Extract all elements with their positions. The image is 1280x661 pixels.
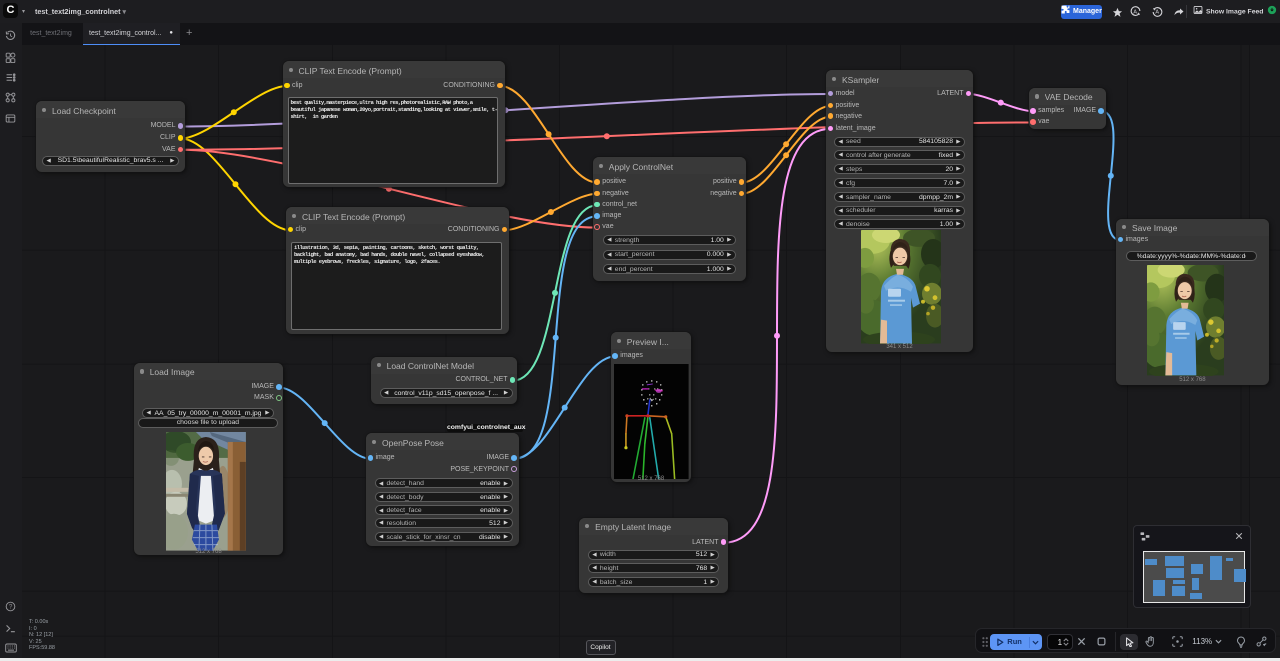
svg-text:A: A — [1155, 9, 1159, 15]
svg-text:?: ? — [9, 604, 13, 611]
svg-text:A: A — [1133, 9, 1137, 15]
